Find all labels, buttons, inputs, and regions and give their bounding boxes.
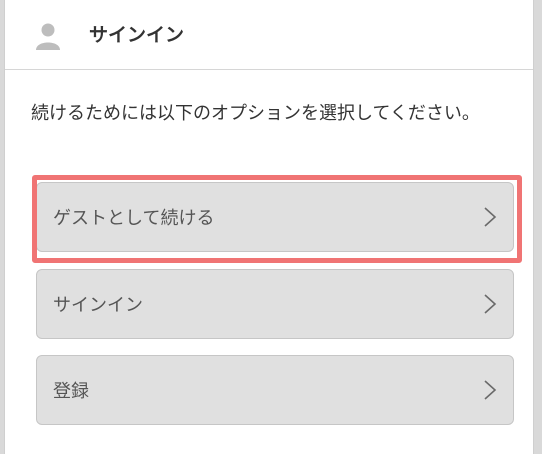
register-label: 登録 (53, 381, 89, 402)
sign-in-dialog: サインイン 続けるためには以下のオプションを選択してください。 ゲストとして続け… (4, 0, 534, 454)
continue-as-guest-label: ゲストとして続ける (53, 208, 215, 229)
continue-as-guest-button[interactable]: ゲストとして続ける (36, 182, 514, 252)
sign-in-button[interactable]: サインイン (36, 269, 514, 339)
user-icon (36, 23, 60, 50)
dialog-title: サインイン (89, 24, 185, 46)
screen-background: サインイン 続けるためには以下のオプションを選択してください。 ゲストとして続け… (0, 0, 542, 454)
chevron-right-icon (484, 380, 497, 400)
instruction-text: 続けるためには以下のオプションを選択してください。 (31, 103, 480, 124)
chevron-right-icon (484, 207, 497, 227)
dialog-header: サインイン (5, 0, 533, 70)
register-button[interactable]: 登録 (36, 355, 514, 425)
chevron-right-icon (484, 294, 497, 314)
sign-in-label: サインイン (53, 295, 143, 316)
